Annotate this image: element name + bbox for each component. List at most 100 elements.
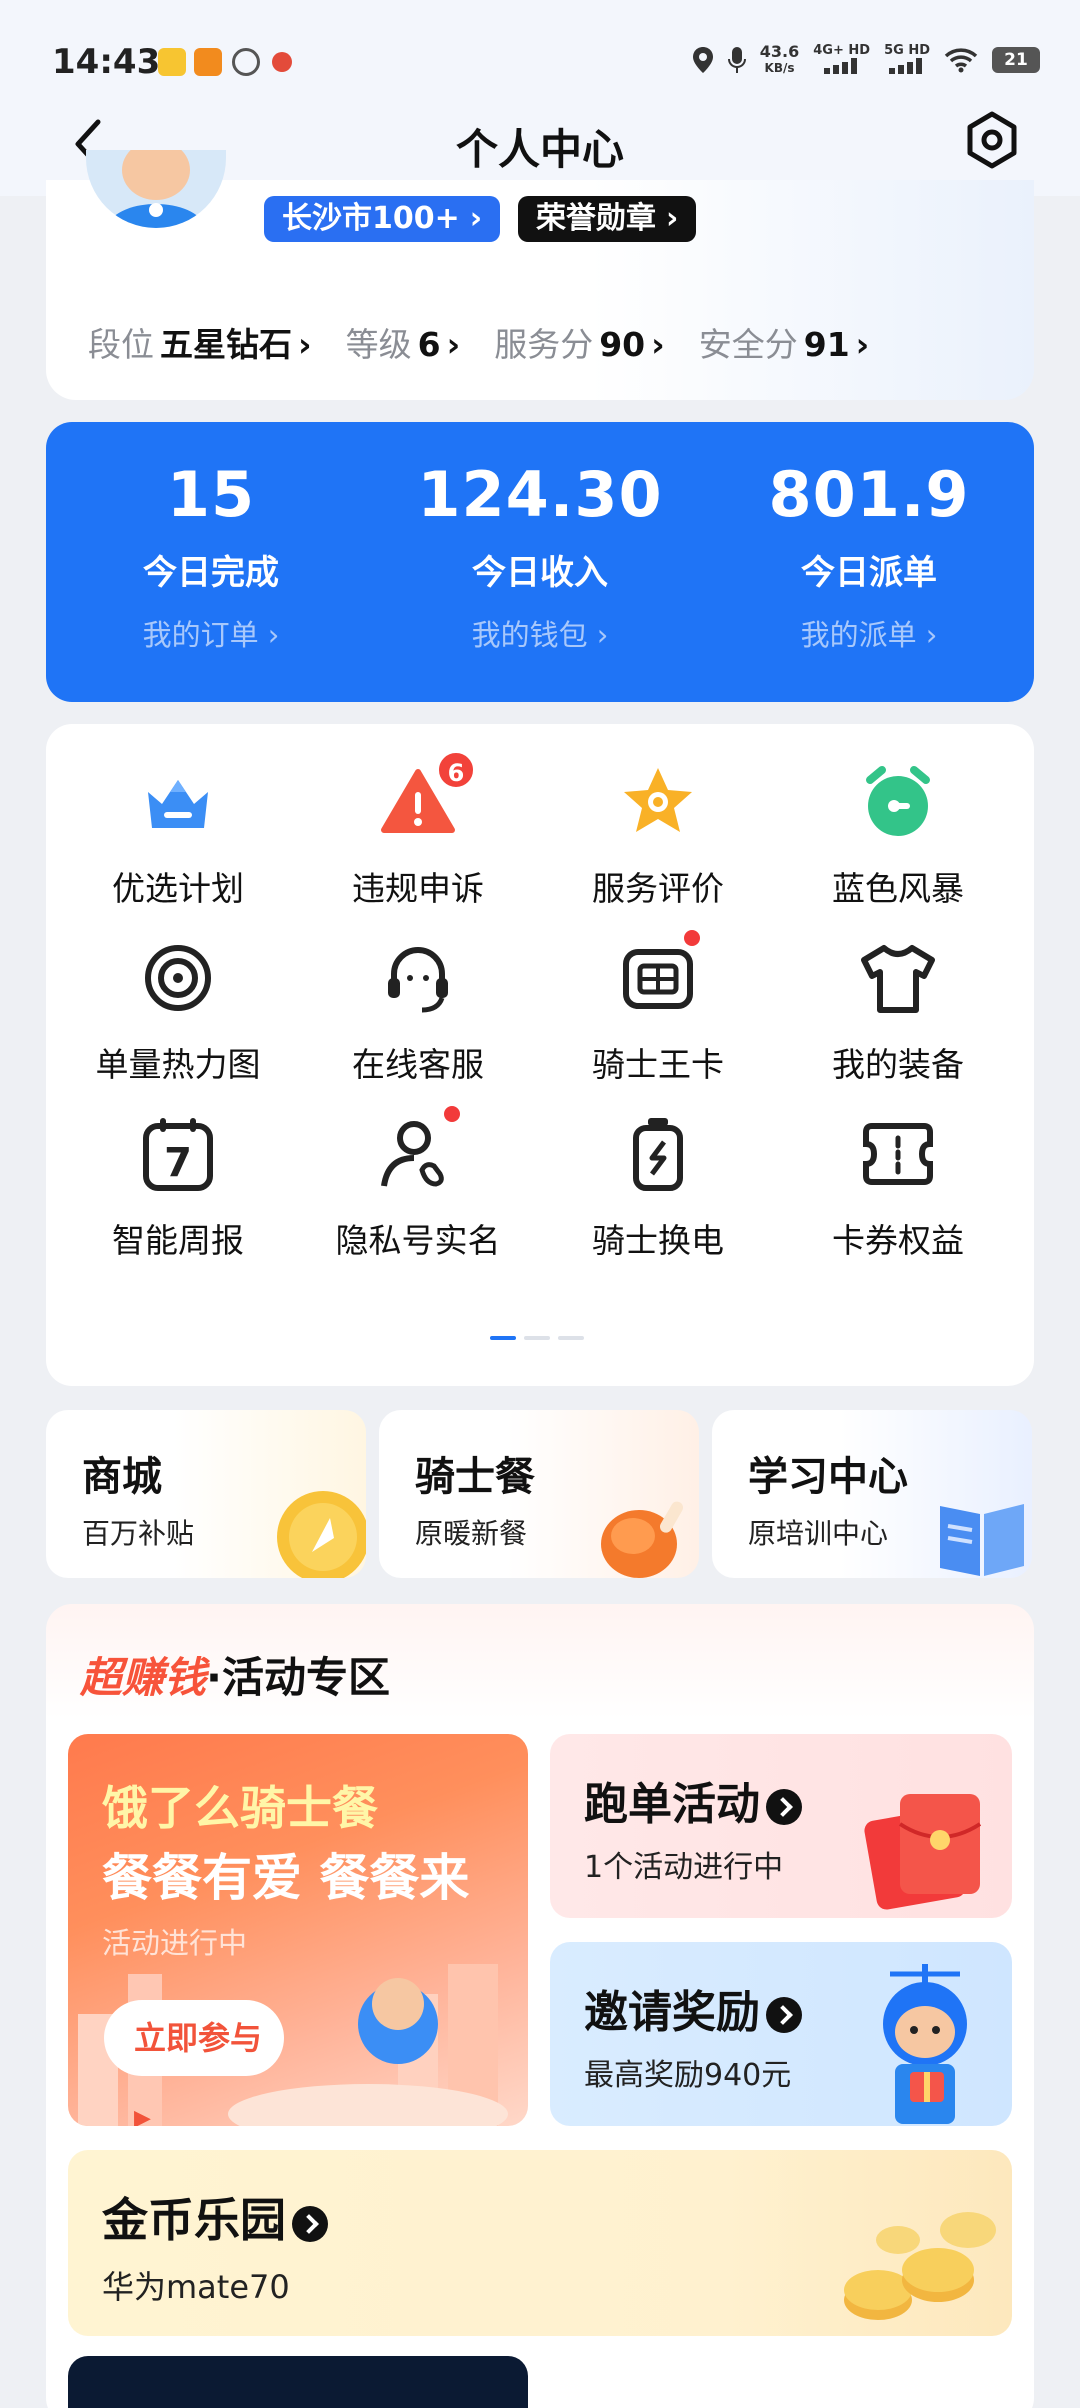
activity-section-title: 超赚钱·活动专区	[80, 1653, 390, 1702]
avatar[interactable]	[86, 150, 226, 228]
grid-item-5[interactable]: 单量热力图	[58, 938, 298, 1086]
learning-center-card[interactable]: 学习中心 原培训中心	[712, 1410, 1032, 1578]
activity-section: 超赚钱·活动专区 饿了么骑士餐 餐餐有爱 餐餐来 活动进行中 立即参与 ▶ 跑单…	[46, 1604, 1034, 2408]
rider-meal-promo-banner[interactable]: 饿了么骑士餐 餐餐有爱 餐餐来 活动进行中 立即参与 ▶	[68, 1734, 528, 2126]
grid-item-2[interactable]: 6 违规申诉	[298, 750, 538, 910]
battery-icon: 21	[992, 47, 1040, 73]
page-indicator	[490, 1336, 584, 1340]
rider-meal-card[interactable]: 骑士餐 原暖新餐	[379, 1410, 699, 1578]
bottom-banner-partial[interactable]	[68, 2356, 528, 2408]
grid-item-9[interactable]: 7 智能周报	[58, 1114, 298, 1262]
grid-item-12[interactable]: 卡券权益	[778, 1114, 1018, 1262]
arrow-circle-icon	[766, 1997, 802, 2033]
today-dispatch[interactable]: 801.9 今日派单 我的派单 ›	[704, 422, 1034, 654]
status-time: 14:43	[52, 42, 161, 82]
grid-item-label: 单量热力图	[95, 1045, 261, 1084]
chevron-right-icon: ›	[469, 201, 483, 236]
grid-item-7[interactable]: 骑士王卡	[538, 930, 778, 1086]
grid-item-11[interactable]: 骑士换电	[538, 1114, 778, 1262]
join-now-button[interactable]: 立即参与 ▶	[104, 2000, 284, 2126]
grid-item-4[interactable]: 蓝色风暴	[778, 762, 1018, 910]
book-icon	[940, 1504, 1024, 1576]
stat-level[interactable]: 等级 6 ›	[346, 318, 461, 366]
notification-app-icon	[158, 48, 186, 76]
battery-swap-icon	[618, 1114, 698, 1194]
my-dispatch-link[interactable]: 我的派单 ›	[704, 612, 1034, 654]
signal-bars-icon	[823, 58, 857, 74]
mall-card[interactable]: 商城 百万补贴	[46, 1410, 366, 1578]
calendar-icon: 7	[138, 1114, 218, 1194]
page-dot	[490, 1336, 516, 1340]
grid-item-label: 蓝色风暴	[832, 869, 964, 908]
my-orders-link[interactable]: 我的订单 ›	[46, 612, 376, 654]
arrow-circle-icon	[766, 1789, 802, 1825]
gold-coin-park-card[interactable]: 金币乐园 华为mate70	[68, 2150, 1012, 2336]
stat-rank[interactable]: 段位 五星钻石 ›	[88, 318, 312, 366]
profile-stats: 段位 五星钻石 › 等级 6 › 服务分 90 › 安全分 91 ›	[88, 318, 869, 366]
notification-app-icon	[232, 48, 260, 76]
grid-item-10[interactable]: 隐私号实名	[298, 1106, 538, 1262]
today-completed[interactable]: 15 今日完成 我的订单 ›	[46, 422, 376, 654]
today-income[interactable]: 124.30 今日收入 我的钱包 ›	[375, 422, 705, 654]
invite-reward-card[interactable]: 邀请奖励 最高奖励940元	[550, 1942, 1012, 2126]
play-triangle-icon: ▶	[134, 2106, 151, 2126]
wifi-icon	[944, 48, 978, 73]
warning-icon: 6	[378, 750, 476, 842]
page-dot	[558, 1336, 584, 1340]
settings-hexagon-icon[interactable]	[962, 110, 1022, 170]
chevron-right-icon: ›	[446, 325, 461, 364]
run-orders-card[interactable]: 跑单活动 1个活动进行中	[550, 1734, 1012, 1918]
honor-medal-badge[interactable]: 荣誉勋章 ›	[518, 196, 697, 242]
star-icon	[618, 762, 698, 842]
alarm-clock-icon	[858, 762, 938, 842]
stat-service-score[interactable]: 服务分 90 ›	[494, 318, 665, 366]
red-envelope-icon	[864, 1794, 982, 1910]
grid-item-label: 服务评价	[592, 869, 724, 908]
grid-item-label: 骑士王卡	[592, 1045, 724, 1084]
signal-2: 5G HD	[884, 44, 930, 76]
grid-item-label: 骑士换电	[592, 1221, 724, 1260]
crown-icon	[138, 762, 218, 842]
city-rank-badge[interactable]: 长沙市100+ ›	[264, 196, 501, 242]
signal-1: 4G+ HD	[813, 44, 870, 76]
red-dot-indicator	[444, 1106, 460, 1122]
net-speed: 43.6 KB/s	[759, 42, 800, 76]
microphone-icon	[727, 47, 746, 73]
profile-card: 长沙市100+ › 荣誉勋章 › 段位 五星钻石 › 等级 6 › 服务分 90 › 安全分 91…	[46, 150, 1034, 400]
grid-item-1[interactable]: 优选计划	[58, 762, 298, 910]
status-indicators: 43.6 KB/s 4G+ HD 5G HD 21	[692, 44, 1040, 76]
notification-app-icon	[194, 48, 222, 76]
grid-item-label: 隐私号实名	[335, 1221, 501, 1260]
mascot-with-gift-icon	[883, 1964, 967, 2124]
status-bar: 14:43 43.6 KB/s 4G+ HD 5G HD 21	[0, 0, 1080, 120]
user-phone-icon	[378, 1106, 460, 1194]
my-wallet-link[interactable]: 我的钱包 ›	[375, 612, 705, 654]
coin-icon	[277, 1491, 366, 1578]
chevron-right-icon: ›	[651, 325, 665, 364]
avatar-figure-icon	[106, 150, 206, 228]
grid-item-label: 智能周报	[112, 1221, 244, 1260]
notification-count-badge: 6	[436, 750, 476, 790]
red-dot-indicator	[684, 930, 700, 946]
function-grid: 优选计划 6 违规申诉 服务评价 蓝色风暴单量热力图 在线客服 骑士王卡 我的装备 7 智能周报 隐…	[46, 724, 1034, 1386]
grid-item-label: 卡券权益	[832, 1221, 964, 1260]
grid-item-label: 在线客服	[352, 1045, 484, 1084]
coupon-icon	[858, 1114, 938, 1194]
grid-item-6[interactable]: 在线客服	[298, 938, 538, 1086]
headset-icon	[378, 938, 458, 1018]
sim-card-icon	[618, 930, 700, 1018]
tshirt-icon	[858, 938, 938, 1018]
arrow-circle-icon	[292, 2205, 328, 2242]
signal-bars-icon	[889, 58, 923, 74]
chevron-right-icon: ›	[666, 201, 679, 236]
grid-item-label: 我的装备	[832, 1045, 964, 1084]
notification-app-icon	[272, 52, 292, 72]
grid-item-8[interactable]: 我的装备	[778, 938, 1018, 1086]
heatmap-icon	[138, 938, 218, 1018]
grid-item-3[interactable]: 服务评价	[538, 762, 778, 910]
stat-safety-score[interactable]: 安全分 91 ›	[699, 318, 870, 366]
gold-coins-icon	[844, 2212, 996, 2320]
grid-item-label: 优选计划	[112, 869, 244, 908]
page-dot	[524, 1336, 550, 1340]
chevron-right-icon: ›	[855, 325, 870, 364]
